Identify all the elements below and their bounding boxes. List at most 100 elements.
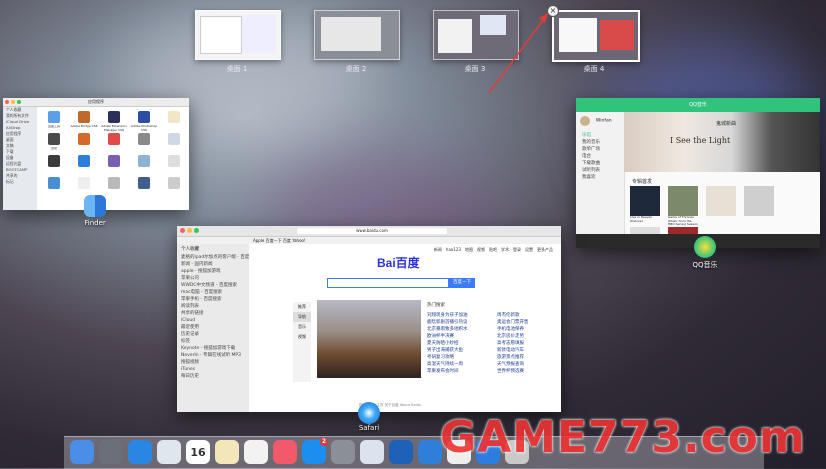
news-item[interactable]: 夏天防晒小妙招 — [427, 340, 489, 347]
close-dot[interactable] — [180, 228, 185, 233]
zoom-dot[interactable] — [194, 228, 199, 233]
qq-menu-item[interactable]: 我的音乐 — [576, 139, 624, 146]
app-item[interactable] — [159, 154, 189, 176]
safari-sidebar-item[interactable]: NeverIn - 专辑在线试听 MP3 — [181, 352, 249, 359]
side-tab[interactable]: 视频 — [293, 332, 311, 342]
safari-sidebar-item[interactable]: iTunes — [181, 366, 249, 373]
launchpad-icon[interactable] — [99, 440, 123, 464]
nav-link[interactable]: 地图 — [465, 247, 473, 252]
photos-icon[interactable] — [244, 440, 268, 464]
qqmusic-window[interactable]: QQ音乐 Winfan 乐馆 我的音乐 歌单广场 电台 下载歌曲 试听列表 我喜欢 I Se… — [576, 98, 820, 248]
side-tab[interactable]: 导航 — [293, 312, 311, 322]
qq-menu-item[interactable]: 电台 — [576, 153, 624, 160]
nav-link[interactable]: 更多产品 — [537, 247, 553, 252]
safari-sidebar-item[interactable]: 共享的链接 — [181, 310, 249, 317]
safari-sidebar-item[interactable]: 麦格的ipad尔加点的客户端 - 百度 — [181, 254, 249, 261]
side-tab[interactable]: 推荐 — [293, 302, 311, 312]
nav-link[interactable]: 登录 — [513, 247, 521, 252]
app-item[interactable] — [99, 132, 129, 154]
app-item[interactable] — [69, 154, 99, 176]
nav-link[interactable]: 视频 — [477, 247, 485, 252]
app-item[interactable] — [159, 132, 189, 154]
search-input[interactable] — [327, 278, 449, 288]
safari-app-icon[interactable] — [358, 402, 380, 424]
app-item[interactable] — [159, 110, 189, 132]
nav-link[interactable]: hao123 — [446, 247, 461, 252]
qqmusic-banner[interactable]: I See the Light 鬼城新曲 — [624, 112, 820, 172]
nav-link[interactable]: 设置 — [525, 247, 533, 252]
zoom-dot[interactable] — [17, 100, 21, 104]
close-dot[interactable] — [5, 100, 9, 104]
news-item[interactable]: 刘翔现身为孩子加油 — [427, 312, 489, 319]
safari-sidebar-item[interactable]: WWDC中文频道 - 百度搜索 — [181, 282, 249, 289]
news-item[interactable]: 欧洲杯半决赛 — [427, 333, 489, 340]
app-item[interactable] — [69, 132, 99, 154]
app-item[interactable] — [129, 154, 159, 176]
safari-sidebar-item[interactable]: 历史记录 — [181, 331, 249, 338]
qqmusic-app-icon[interactable] — [694, 236, 716, 258]
safari-sidebar-item[interactable]: 搜狐视频 — [181, 359, 249, 366]
news-item[interactable]: 新款电动汽车 — [497, 347, 559, 354]
safari-sidebar-item[interactable]: 苹果手机 - 百度搜索 — [181, 296, 249, 303]
finder-sidebar-item[interactable]: 标记 — [3, 179, 37, 185]
qq-menu-item[interactable]: 我喜欢 — [576, 174, 624, 181]
album-card[interactable] — [706, 186, 736, 227]
news-item[interactable]: 北京暴雨致多地积水 — [427, 326, 489, 333]
safari-sidebar-item[interactable]: Keynote - 搜狐加游戏下载 — [181, 345, 249, 352]
news-item[interactable]: 高考志愿填报 — [497, 340, 559, 347]
news-item[interactable]: 周杰伦新歌 — [497, 312, 559, 319]
news-item[interactable]: 奥运会门票开售 — [497, 319, 559, 326]
app-item[interactable] — [39, 176, 69, 198]
album-card[interactable]: Game of Thrones (Music from the HBO Seri… — [668, 186, 698, 227]
safari-sidebar-item[interactable]: mac电脑 - 百度搜索 — [181, 289, 249, 296]
finder-app-icon[interactable] — [84, 195, 106, 217]
safari-sidebar-item[interactable]: apple - 搜狐加游戏 — [181, 268, 249, 275]
app-item[interactable] — [129, 132, 159, 154]
safari-sidebar-item[interactable]: 最近使用 — [181, 324, 249, 331]
news-item[interactable]: 苹果发布会时间 — [427, 368, 489, 375]
safari-sidebar-item[interactable]: 阅读列表 — [181, 303, 249, 310]
app-item[interactable]: 迅雷 — [39, 132, 69, 154]
music-icon[interactable] — [273, 440, 297, 464]
app-item[interactable] — [99, 176, 129, 198]
notes-icon[interactable] — [215, 440, 239, 464]
calendar-icon[interactable]: 16 — [186, 440, 210, 464]
news-item[interactable]: 北京房价走势 — [497, 333, 559, 340]
qq-menu-item[interactable]: 试听列表 — [576, 167, 624, 174]
news-item[interactable]: 天气预报查询 — [497, 361, 559, 368]
news-item[interactable]: 手机电池保养 — [497, 326, 559, 333]
news-item[interactable]: 高温天气持续一周 — [427, 361, 489, 368]
app-item[interactable]: 百度工具 — [39, 110, 69, 132]
nav-link[interactable]: 学术 — [501, 247, 509, 252]
qq-menu-item[interactable]: 下载歌曲 — [576, 160, 624, 167]
minimize-dot[interactable] — [187, 228, 192, 233]
finder-icon[interactable] — [70, 440, 94, 464]
app-item[interactable] — [39, 154, 69, 176]
app-item[interactable]: Adobe Photoshop CS6 — [129, 110, 159, 132]
news-item[interactable]: 世界杯预选赛 — [497, 368, 559, 375]
album-card[interactable]: Live in Heaven (Deluxe) — [630, 186, 660, 227]
app-item[interactable]: Adobe Bridge CS6 — [69, 110, 99, 132]
news-item[interactable]: 考研复习攻略 — [427, 354, 489, 361]
safari-window[interactable]: www.baidu.com Apple 百度一下 百度 Yahoo! 个人收藏 … — [177, 226, 561, 412]
preferences-icon[interactable] — [331, 440, 355, 464]
safari-sidebar-item[interactable]: 苹果公司 — [181, 275, 249, 282]
album-card[interactable] — [744, 186, 774, 227]
address-bar[interactable]: www.baidu.com — [297, 228, 447, 234]
mouse-icon[interactable] — [360, 440, 384, 464]
mail-icon[interactable] — [157, 440, 181, 464]
nav-link[interactable]: 新闻 — [434, 247, 442, 252]
side-tab[interactable]: 音乐 — [293, 322, 311, 332]
news-item[interactable]: 鹿晗新剧首播引热议 — [427, 319, 489, 326]
news-item[interactable]: 旅游景点推荐 — [497, 354, 559, 361]
safari-sidebar-item[interactable]: 标签 — [181, 338, 249, 345]
nav-link[interactable]: 贴吧 — [489, 247, 497, 252]
appstore-icon[interactable]: 2 — [302, 438, 328, 464]
safari-sidebar-item[interactable]: 新闻 - 国内新闻 — [181, 261, 249, 268]
qq-menu-item[interactable]: 歌单广场 — [576, 146, 624, 153]
app-item[interactable] — [99, 154, 129, 176]
qq-icon[interactable] — [389, 440, 413, 464]
app-item[interactable]: Adobe Extension Manager CS6 — [99, 110, 129, 132]
app-item[interactable] — [129, 176, 159, 198]
safari-sidebar-item[interactable]: 每日历史 — [181, 373, 249, 380]
